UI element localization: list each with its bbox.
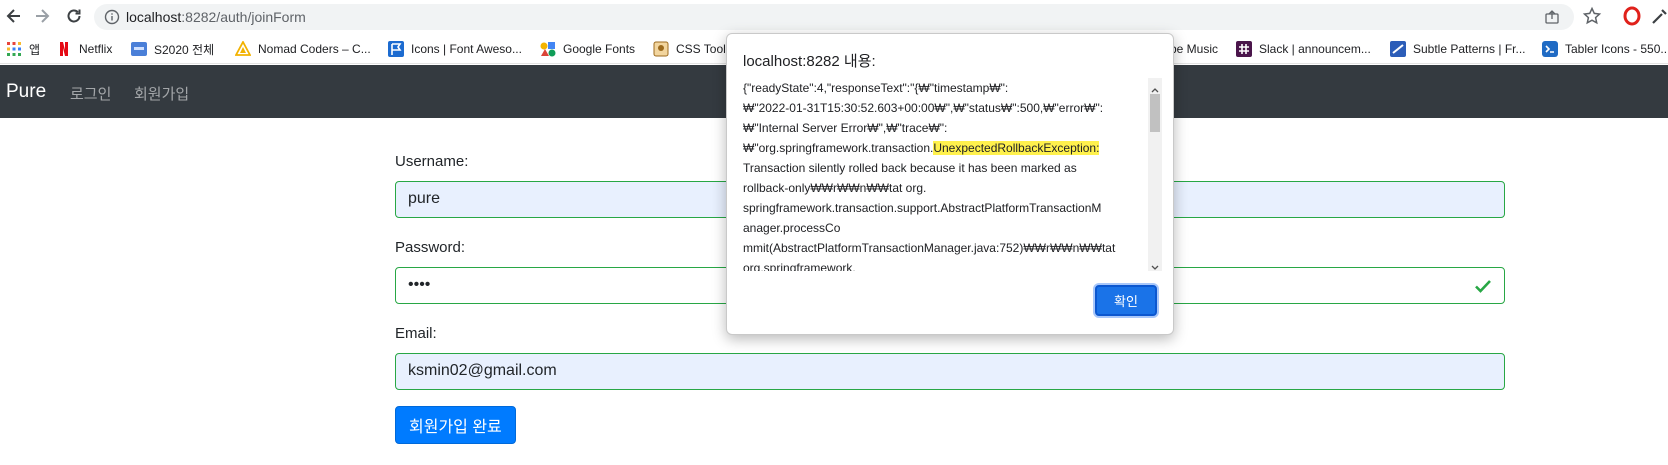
- s2020-icon: [131, 41, 147, 57]
- bookmark-label: Google Fonts: [563, 42, 636, 56]
- apps-grid-icon: [6, 41, 22, 57]
- bookmark-nomad-coders[interactable]: Nomad Coders – C...: [234, 40, 371, 58]
- back-arrow-icon[interactable]: [4, 6, 24, 26]
- password-value: ••••: [408, 276, 431, 293]
- dialog-title: localhost:8282 내용:: [743, 53, 876, 70]
- dialog-message: {"readyState":4,"responseText":"{₩"times…: [743, 78, 1139, 271]
- username-value: pure: [408, 190, 441, 207]
- reload-icon[interactable]: [64, 6, 84, 26]
- eyedropper-extension-icon[interactable]: [1650, 6, 1668, 26]
- bookmark-label: be Music: [1170, 42, 1219, 56]
- message-line: springframework.transaction.support.Abst…: [743, 201, 1102, 215]
- bookmark-apps[interactable]: 앱: [6, 40, 40, 58]
- font-awesome-icon: [388, 41, 404, 57]
- nav-link-signup[interactable]: 회원가입: [134, 83, 189, 104]
- slack-icon: [1236, 41, 1252, 57]
- share-icon[interactable]: [1544, 9, 1560, 25]
- message-line: anager.processCo: [743, 221, 841, 235]
- message-line: rollback-only₩₩r₩₩n₩₩tat org.: [743, 181, 927, 195]
- bookmark-netflix[interactable]: Netflix: [56, 40, 112, 58]
- tabler-icons-icon: [1542, 41, 1558, 57]
- bookmark-google-fonts[interactable]: Google Fonts: [540, 40, 635, 58]
- url-path: :8282/auth/joinForm: [181, 9, 306, 25]
- message-line: ₩"org.springframework.transaction.: [743, 141, 934, 155]
- bookmark-s2020[interactable]: S2020 전체: [131, 40, 214, 58]
- address-bar[interactable]: localhost:8282/auth/joinForm: [94, 4, 1574, 30]
- bookmark-label: Subtle Patterns | Fr...: [1413, 42, 1526, 56]
- navbar-brand[interactable]: Pure: [6, 81, 46, 103]
- password-label: Password:: [395, 239, 466, 256]
- message-line: ₩"2022-01-31T15:30:52.603+00:00₩",₩"stat…: [743, 101, 1104, 115]
- bookmark-label: Icons | Font Aweso...: [411, 42, 522, 56]
- highlighted-exception: UnexpectedRollbackException:: [933, 141, 1100, 155]
- valid-check-icon: [1474, 277, 1492, 295]
- bookmark-tabler-icons[interactable]: Tabler Icons - 550...: [1542, 40, 1668, 58]
- nav-link-login[interactable]: 로그인: [70, 83, 111, 104]
- scroll-up-arrow-icon[interactable]: [1151, 81, 1159, 93]
- site-info-icon[interactable]: [104, 9, 120, 25]
- email-input[interactable]: ksmin02@gmail.com: [395, 353, 1505, 390]
- netflix-icon: [56, 41, 72, 57]
- bookmark-subtle-patterns[interactable]: Subtle Patterns | Fr...: [1390, 40, 1526, 58]
- message-line: Transaction silently rolled back because…: [743, 161, 1077, 175]
- message-line: ₩"Internal Server Error₩",₩"trace₩":: [743, 121, 948, 135]
- message-line: {"readyState":4,"responseText":"{₩"times…: [743, 81, 1009, 95]
- subtle-patterns-icon: [1390, 41, 1406, 57]
- browser-toolbar: localhost:8282/auth/joinForm: [0, 0, 1668, 34]
- dialog-message-area[interactable]: {"readyState":4,"responseText":"{₩"times…: [742, 78, 1162, 271]
- message-line: org.springframework.: [743, 261, 856, 271]
- forward-arrow-icon[interactable]: [32, 6, 52, 26]
- scrollbar-thumb[interactable]: [1150, 94, 1160, 132]
- nomad-coders-icon: [234, 40, 252, 57]
- message-line-with-highlight: ₩"org.springframework.transaction.Unexpe…: [743, 138, 1139, 158]
- bookmark-label: S2020 전체: [154, 42, 215, 57]
- bookmark-label: Nomad Coders – C...: [258, 42, 371, 56]
- bookmark-youtube-music[interactable]: be Music: [1170, 40, 1218, 58]
- url-text[interactable]: localhost:8282/auth/joinForm: [126, 9, 306, 25]
- bookmark-star-icon[interactable]: [1582, 6, 1602, 26]
- dialog-ok-button[interactable]: 확인: [1095, 285, 1157, 316]
- bookmark-label: Tabler Icons - 550...: [1565, 42, 1668, 56]
- css-tools-icon: [653, 41, 669, 57]
- dialog-scrollbar[interactable]: [1148, 78, 1162, 271]
- message-line: mmit(AbstractPlatformTransactionManager.…: [743, 241, 1116, 255]
- bookmark-label: Slack | announcem...: [1259, 42, 1371, 56]
- bookmark-css-tools[interactable]: CSS Tool: [653, 40, 726, 58]
- bookmark-label: CSS Tool: [676, 42, 726, 56]
- email-value: ksmin02@gmail.com: [408, 362, 557, 379]
- alert-dialog: localhost:8282 내용: {"readyState":4,"resp…: [726, 33, 1174, 335]
- url-host: localhost: [126, 9, 182, 25]
- opera-extension-icon[interactable]: [1622, 6, 1642, 26]
- scroll-down-arrow-icon[interactable]: [1151, 259, 1159, 270]
- bookmark-label: Netflix: [79, 42, 113, 56]
- google-fonts-icon: [540, 41, 556, 57]
- bookmark-label: 앱: [29, 42, 41, 57]
- signup-submit-button[interactable]: 회원가입 완료: [395, 406, 516, 444]
- email-label: Email:: [395, 325, 437, 342]
- bookmark-font-awesome[interactable]: Icons | Font Aweso...: [388, 40, 522, 58]
- bookmark-slack[interactable]: Slack | announcem...: [1236, 40, 1371, 58]
- username-label: Username:: [395, 153, 469, 170]
